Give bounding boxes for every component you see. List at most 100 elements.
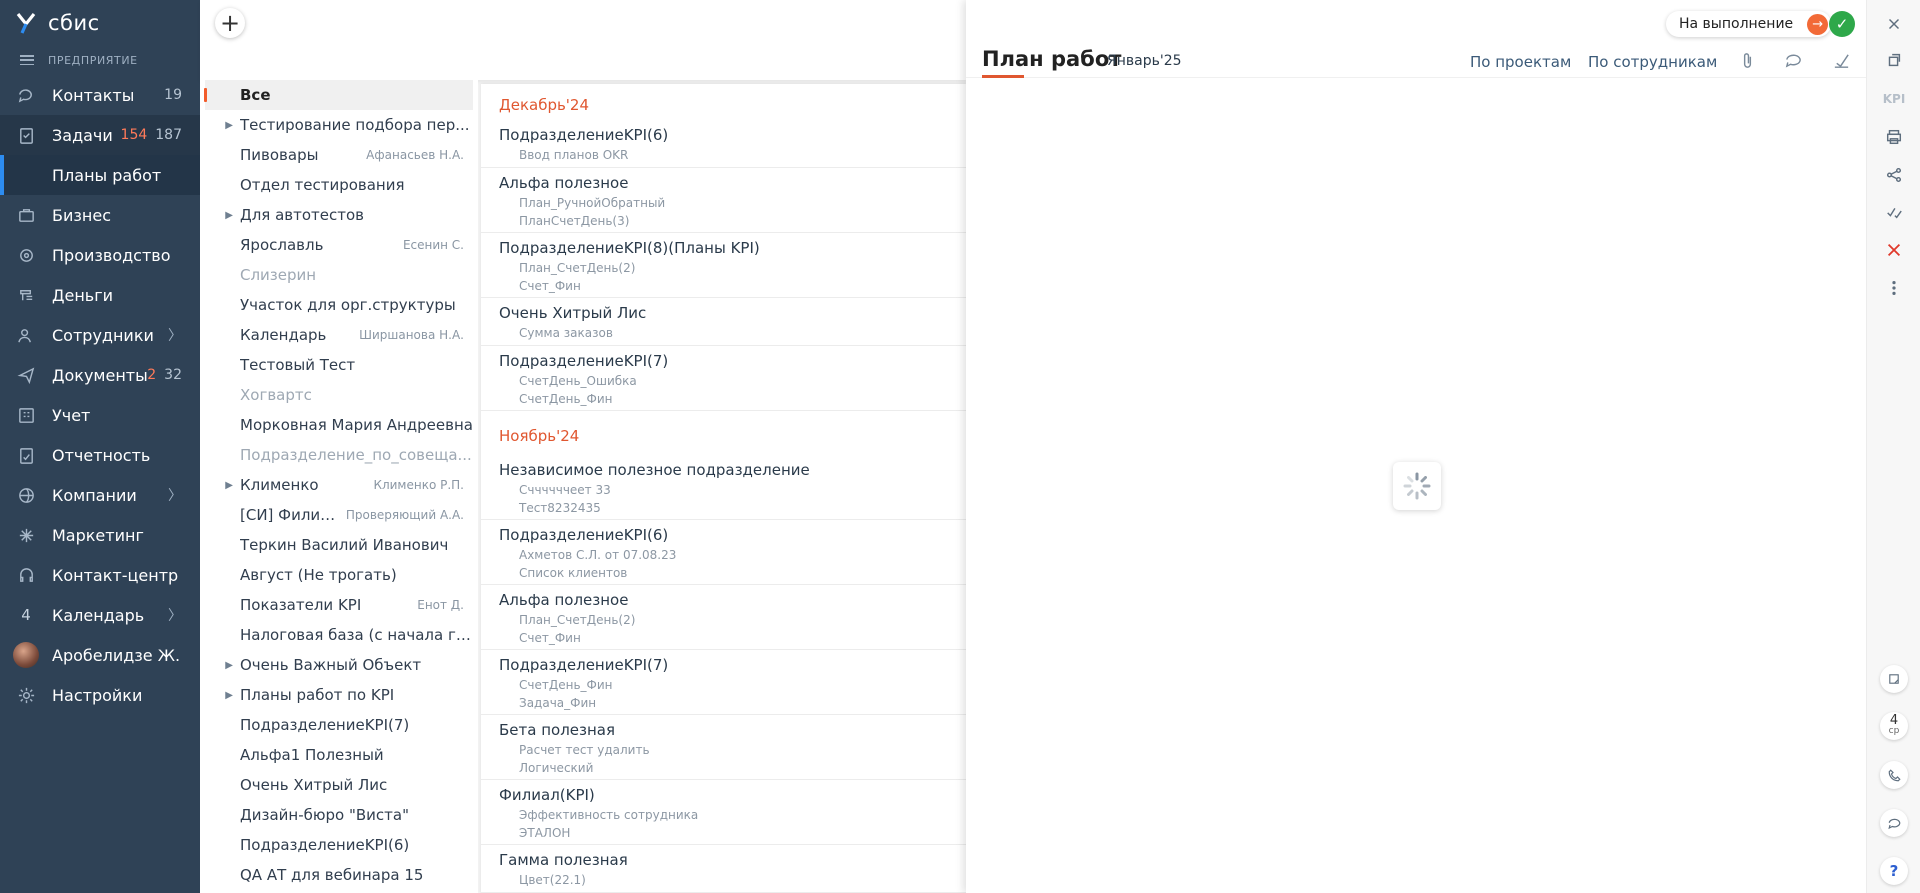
- check-icon[interactable]: ✓: [1829, 11, 1855, 37]
- plan-item[interactable]: ПодразделениеKPI(6) Ахметов С.Л. от 07.08…: [481, 520, 966, 585]
- nav-production[interactable]: Производство: [0, 235, 200, 275]
- list-item[interactable]: Налоговая база (с начала го...: [200, 620, 478, 650]
- attach-icon[interactable]: [1736, 49, 1758, 71]
- nav-money[interactable]: Деньги: [0, 275, 200, 315]
- list-item[interactable]: Очень Хитрый Лис: [200, 770, 478, 800]
- plan-indicator: План_СчетДень(2): [519, 261, 636, 275]
- add-button[interactable]: +: [215, 8, 245, 38]
- approve-icon[interactable]: [1830, 49, 1852, 71]
- avatar: [13, 642, 39, 668]
- list-item[interactable]: ▶ Тестирование подбора пер...: [200, 110, 478, 140]
- nav-profile[interactable]: Аробелидзе Ж.: [0, 635, 200, 675]
- nav-calendar[interactable]: 4 Календарь 〉: [0, 595, 200, 635]
- list-item[interactable]: Теркин Василий Иванович: [200, 530, 478, 560]
- list-item-name: Все: [240, 86, 271, 104]
- plan-item[interactable]: Бета полезная Расчет тест удалить Логическ…: [481, 715, 966, 780]
- plan-item[interactable]: Филиал(KPI) Эффективность сотрудника ЭТАЛО…: [481, 780, 966, 845]
- notes-icon[interactable]: [1880, 665, 1908, 693]
- plan-item[interactable]: Альфа полезное План_РучнойОбратный ПланСче…: [481, 168, 966, 233]
- help-icon[interactable]: ?: [1880, 857, 1908, 885]
- list-item[interactable]: ▶ Для автотестов: [200, 200, 478, 230]
- nav-documents[interactable]: Документы 2 32: [0, 355, 200, 395]
- day-name: ср: [1888, 726, 1900, 736]
- list-item[interactable]: ПодразделениеKPI(7): [200, 710, 478, 740]
- list-item-name: Очень Важный Объект: [240, 656, 422, 674]
- plan-item[interactable]: ПодразделениеKPI(7) СчетДень_Фин Задача_Фи…: [481, 650, 966, 715]
- print-icon[interactable]: [1880, 123, 1908, 151]
- plan-item[interactable]: Гамма полезная Цвет(22.1): [481, 845, 966, 893]
- list-item[interactable]: Отдел тестирования: [200, 170, 478, 200]
- list-item[interactable]: Альфа1 Полезный: [200, 740, 478, 770]
- plan-title: ПодразделениеKPI(7): [499, 656, 669, 674]
- plan-item[interactable]: ПодразделениеKPI(8)(Планы KPI) План_СчетД…: [481, 233, 966, 298]
- nav-reports[interactable]: Отчетность: [0, 435, 200, 475]
- nav-count: 19: [164, 87, 182, 103]
- list-item[interactable]: [СИ] Филиал Проверяющий А.А.: [200, 500, 478, 530]
- expand-arrow-icon[interactable]: ▶: [200, 210, 240, 221]
- list-item[interactable]: Все: [204, 80, 473, 110]
- list-item[interactable]: Тестовый Тест: [200, 350, 478, 380]
- nav-employees[interactable]: Сотрудники 〉: [0, 315, 200, 355]
- list-item-owner: Енот Д.: [417, 598, 464, 612]
- list-item[interactable]: ▶ Очень Важный Объект: [200, 650, 478, 680]
- close-icon[interactable]: [1880, 10, 1908, 38]
- list-item[interactable]: Пивовары Афанасьев Н.А.: [200, 140, 478, 170]
- by-employees-link[interactable]: По сотрудникам: [1588, 53, 1717, 71]
- approve-route-icon[interactable]: [1880, 198, 1908, 226]
- list-item[interactable]: Август (Не трогать): [200, 560, 478, 590]
- nav-accounting[interactable]: Учет: [0, 395, 200, 435]
- nav-companies[interactable]: Компании 〉: [0, 475, 200, 515]
- list-item[interactable]: ▶ Клименко Клименко Р.П.: [200, 470, 478, 500]
- nav-tasks[interactable]: Задачи 154 187: [0, 115, 200, 155]
- list-item[interactable]: Ярославль Есенин С.: [200, 230, 478, 260]
- more-icon[interactable]: [1880, 274, 1908, 302]
- nav-count: 154 187: [121, 127, 182, 143]
- kpi-button[interactable]: KPI: [1880, 85, 1908, 113]
- plan-item[interactable]: Альфа полезное План_СчетДень(2) Счет_Фин: [481, 585, 966, 650]
- list-item-name: Дизайн-бюро "Виста": [240, 806, 409, 824]
- share-icon[interactable]: [1880, 161, 1908, 189]
- list-item[interactable]: Подразделение_по_совеща...: [200, 440, 478, 470]
- nav-marketing[interactable]: Маркетинг: [0, 515, 200, 555]
- plan-item[interactable]: Очень Хитрый Лис Сумма заказов: [481, 298, 966, 346]
- list-item[interactable]: Календарь Ширшанова Н.А.: [200, 320, 478, 350]
- logo[interactable]: сбис: [0, 0, 200, 45]
- list-item[interactable]: Дизайн-бюро "Виста": [200, 800, 478, 830]
- list-item-owner: Проверяющий А.А.: [345, 508, 464, 522]
- status-button[interactable]: На выполнение →: [1666, 11, 1832, 37]
- by-projects-link[interactable]: По проектам: [1470, 53, 1571, 71]
- plan-item[interactable]: ПодразделениеKPI(7) СчетДень_Ошибка СчетДе…: [481, 346, 966, 411]
- phone-icon[interactable]: [1880, 761, 1908, 789]
- list-item[interactable]: ▶ Планы работ по KPI: [200, 680, 478, 710]
- org-switcher[interactable]: ПРЕДПРИЯТИЕ: [0, 45, 200, 75]
- nav-sub-work-plans[interactable]: Планы работ: [0, 155, 200, 195]
- list-item[interactable]: Хогвартс: [200, 380, 478, 410]
- list-item[interactable]: QA АТ для вебинара 15: [200, 860, 478, 890]
- list-item[interactable]: ПодразделениеKPI(6): [200, 830, 478, 860]
- nav-business[interactable]: Бизнес: [0, 195, 200, 235]
- plan-item[interactable]: ПодразделениеKPI(6) Ввод планов OKR: [481, 120, 966, 168]
- expand-arrow-icon[interactable]: ▶: [200, 480, 240, 491]
- messages-icon[interactable]: [1880, 809, 1908, 837]
- nav-settings[interactable]: Настройки: [0, 675, 200, 715]
- list-item-name: Тестирование подбора пер...: [240, 116, 470, 134]
- list-item-name: Отдел тестирования: [240, 176, 405, 194]
- plan-item[interactable]: Независимое полезное подразделение Сччччч…: [481, 455, 966, 520]
- nav-contact-center[interactable]: Контакт-центр: [0, 555, 200, 595]
- list-item[interactable]: Слизерин: [200, 260, 478, 290]
- expand-arrow-icon[interactable]: ▶: [200, 690, 240, 701]
- calendar-day-button[interactable]: 4 ср: [1880, 712, 1908, 740]
- expand-arrow-icon[interactable]: ▶: [200, 660, 240, 671]
- new-window-icon[interactable]: [1880, 46, 1908, 74]
- list-item[interactable]: Морковная Мария Андреевна: [200, 410, 478, 440]
- doc-period[interactable]: Январь'25: [1107, 53, 1182, 69]
- comments-icon[interactable]: [1782, 49, 1804, 71]
- list-item[interactable]: Показатели KPI Енот Д.: [200, 590, 478, 620]
- doc-title-underline: [982, 75, 1024, 78]
- nav-label: Деньги: [52, 285, 114, 305]
- nav-contacts[interactable]: Контакты 19: [0, 75, 200, 115]
- list-item[interactable]: Участок для орг.структуры: [200, 290, 478, 320]
- delete-icon[interactable]: [1880, 236, 1908, 264]
- expand-arrow-icon[interactable]: ▶: [200, 120, 240, 131]
- plan-indicator: ЭТАЛОН: [519, 826, 571, 840]
